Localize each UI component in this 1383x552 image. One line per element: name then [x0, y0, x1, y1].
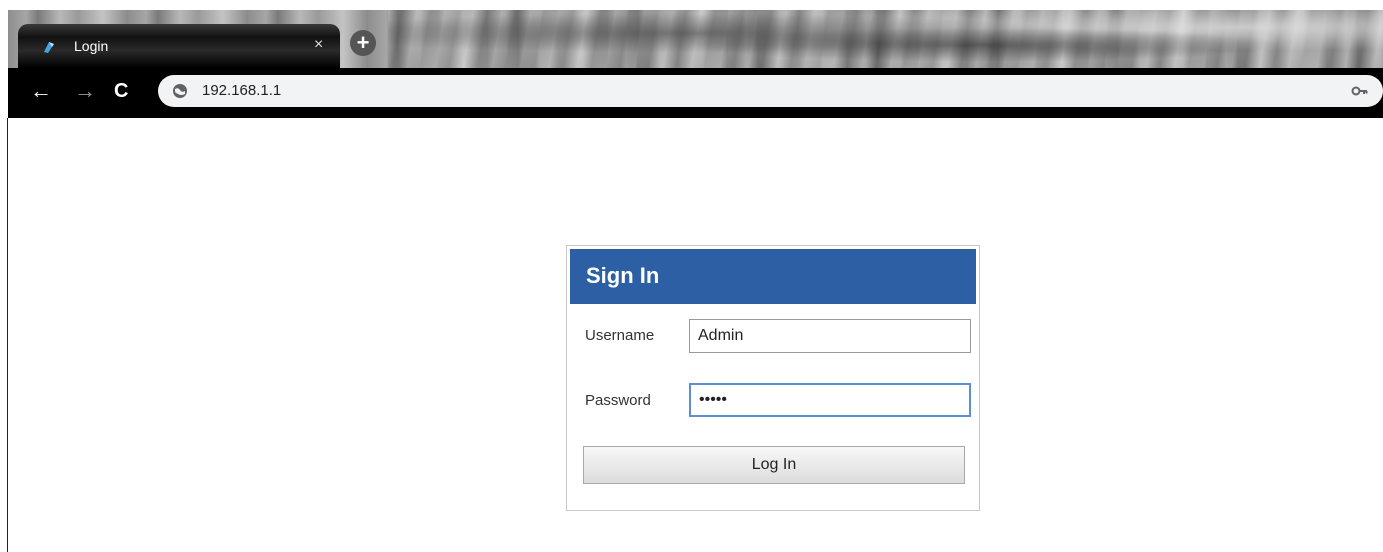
- browser-tab[interactable]: Login ×: [18, 24, 340, 68]
- globe-icon: [173, 84, 187, 98]
- browser-chrome: Login × + ← → C 192.168.1.1: [8, 0, 1383, 118]
- tab-close-icon[interactable]: ×: [314, 36, 323, 54]
- new-tab-button[interactable]: +: [350, 30, 376, 56]
- back-button[interactable]: ←: [30, 80, 52, 102]
- browser-theme-background: [388, 10, 1383, 68]
- url-text[interactable]: 192.168.1.1: [202, 82, 281, 99]
- chrome-top-strip: [8, 0, 1383, 10]
- password-label: Password: [585, 392, 651, 409]
- reload-button[interactable]: C: [114, 80, 128, 102]
- window-left-border: [7, 118, 8, 552]
- password-input[interactable]: [689, 383, 971, 417]
- tab-favicon-icon: [44, 42, 54, 53]
- login-header: Sign In: [570, 249, 976, 304]
- address-bar[interactable]: 192.168.1.1: [158, 75, 1383, 107]
- login-button[interactable]: Log In: [583, 446, 965, 484]
- login-title: Sign In: [586, 263, 660, 288]
- login-panel: Sign In Username Password Log In: [566, 245, 980, 511]
- username-label: Username: [585, 327, 655, 344]
- forward-button[interactable]: →: [74, 80, 96, 102]
- tab-title: Login: [74, 38, 109, 54]
- username-input[interactable]: [689, 319, 971, 353]
- key-icon[interactable]: [1351, 83, 1369, 99]
